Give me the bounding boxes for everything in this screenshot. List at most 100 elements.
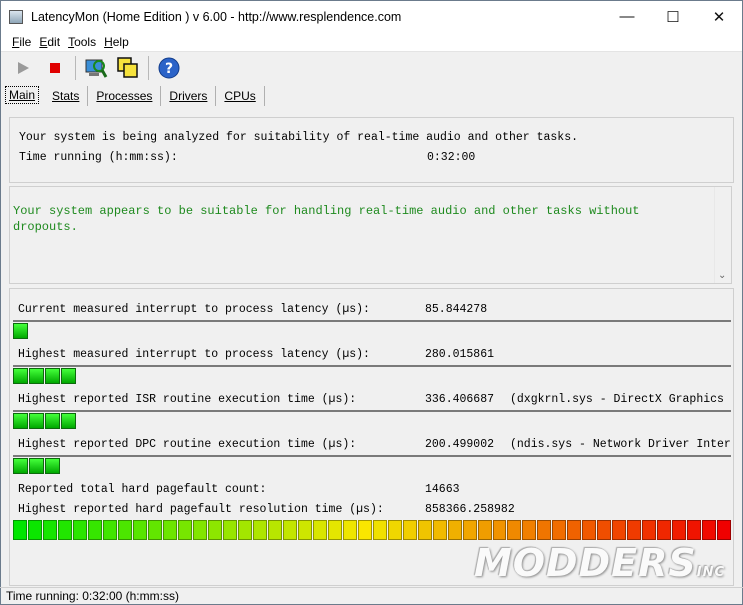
pagefault-count-label: Reported total hard pagefault count: (18, 483, 267, 496)
tab-label: Drivers (169, 89, 208, 103)
toolbar-separator (148, 56, 149, 80)
bar-segment (462, 520, 477, 540)
current-latency-bar (13, 320, 731, 339)
bar-segment (252, 520, 267, 540)
time-running-label: Time running (h:mm:ss): (19, 151, 178, 164)
bar-segment (507, 520, 522, 540)
menu-bar: File Edit Tools Help (1, 32, 742, 51)
bar-segment (312, 520, 327, 540)
tab-label: Main (9, 88, 36, 102)
bar-segment (612, 520, 627, 540)
bar-segment (522, 520, 537, 540)
bar-segment (477, 520, 492, 540)
highest-latency-value: 280.015861 (425, 348, 495, 361)
bar-segment (327, 520, 342, 540)
bar-segment (192, 520, 207, 540)
tab-processes[interactable]: Processes (88, 86, 162, 106)
bar-segment (29, 368, 44, 384)
bar-segment (387, 520, 402, 540)
menu-file[interactable]: File (12, 35, 31, 49)
tab-label: Processes (96, 89, 153, 103)
dpc-time-bar (13, 455, 731, 474)
minimize-button[interactable]: — (604, 1, 650, 32)
scroll-down-icon[interactable]: ⌄ (718, 270, 726, 281)
bar-segment (342, 520, 357, 540)
bar-segment (13, 520, 27, 540)
bar-segment (61, 368, 76, 384)
bar-segment (147, 520, 162, 540)
bar-segment (672, 520, 687, 540)
watermark-logo: MODDERSINC (473, 541, 725, 585)
bar-segment (29, 458, 44, 474)
bar-segment (117, 520, 132, 540)
bar-segment (42, 520, 57, 540)
status-bar: Time running: 0:32:00 (h:mm:ss) (0, 587, 743, 604)
bar-segment (687, 520, 702, 540)
pagefault-resolution-bar (13, 520, 732, 540)
menu-edit[interactable]: Edit (39, 35, 60, 49)
bar-segment (627, 520, 642, 540)
highest-latency-bar (13, 365, 731, 384)
bar-segment (417, 520, 432, 540)
maximize-button[interactable]: ☐ (650, 1, 696, 32)
start-button[interactable] (9, 54, 37, 82)
bar-segment (402, 520, 417, 540)
bar-segment (372, 520, 387, 540)
pagefault-resolution-label: Highest reported hard pagefault resoluti… (18, 503, 384, 516)
bar-segment (132, 520, 147, 540)
isr-time-value: 336.406687 (425, 393, 495, 406)
bar-segment (102, 520, 117, 540)
verdict-scrollbar[interactable]: ⌄ (714, 187, 731, 283)
isr-time-bar (13, 410, 731, 429)
tab-cpus[interactable]: CPUs (216, 86, 265, 106)
dpc-time-value: 200.499002 (425, 438, 495, 451)
title-bar: LatencyMon (Home Edition ) v 6.00 - http… (1, 1, 742, 32)
bar-segment (702, 520, 717, 540)
stop-icon (50, 63, 60, 73)
windows-button[interactable] (114, 54, 142, 82)
bar-segment (432, 520, 447, 540)
bar-segment (57, 520, 72, 540)
menu-help[interactable]: Help (104, 35, 129, 49)
isr-time-label: Highest reported ISR routine execution t… (18, 393, 357, 406)
bar-segment (27, 520, 42, 540)
stop-button[interactable] (41, 54, 69, 82)
current-latency-value: 85.844278 (425, 303, 488, 316)
bar-segment (45, 368, 60, 384)
bar-segment (177, 520, 192, 540)
window-title: LatencyMon (Home Edition ) v 6.00 - http… (31, 9, 402, 24)
bar-segment (13, 413, 28, 429)
bar-segment (222, 520, 237, 540)
bar-segment (297, 520, 312, 540)
tab-stats[interactable]: Stats (44, 86, 89, 106)
bar-segment (45, 458, 60, 474)
analysis-status-panel: Your system is being analyzed for suitab… (9, 117, 734, 183)
search-computer-button[interactable] (82, 54, 110, 82)
dpc-time-label: Highest reported DPC routine execution t… (18, 438, 357, 451)
bar-segment (567, 520, 582, 540)
menu-tools[interactable]: Tools (68, 35, 96, 49)
tab-main[interactable]: Main (5, 86, 40, 104)
bar-segment (642, 520, 657, 540)
bar-segment (87, 520, 102, 540)
help-button[interactable]: ? (155, 54, 183, 82)
verdict-panel: Your system appears to be suitable for h… (9, 186, 732, 284)
tab-strip: Main Stats Processes Drivers CPUs (1, 84, 742, 106)
bar-segment (45, 413, 60, 429)
play-icon (18, 62, 29, 74)
time-running-value: 0:32:00 (427, 151, 476, 164)
bar-segment (597, 520, 612, 540)
bar-segment (582, 520, 597, 540)
pagefault-resolution-value: 858366.258982 (425, 503, 515, 516)
bar-segment (162, 520, 177, 540)
bar-segment (61, 413, 76, 429)
toolbar-separator (75, 56, 76, 80)
bar-segment (282, 520, 297, 540)
tab-drivers[interactable]: Drivers (161, 86, 217, 106)
bar-segment (207, 520, 222, 540)
bar-segment (447, 520, 462, 540)
verdict-text: Your system appears to be suitable for h… (13, 204, 640, 234)
close-button[interactable]: ✕ (696, 1, 742, 32)
bar-segment (357, 520, 372, 540)
current-latency-label: Current measured interrupt to process la… (18, 303, 370, 316)
